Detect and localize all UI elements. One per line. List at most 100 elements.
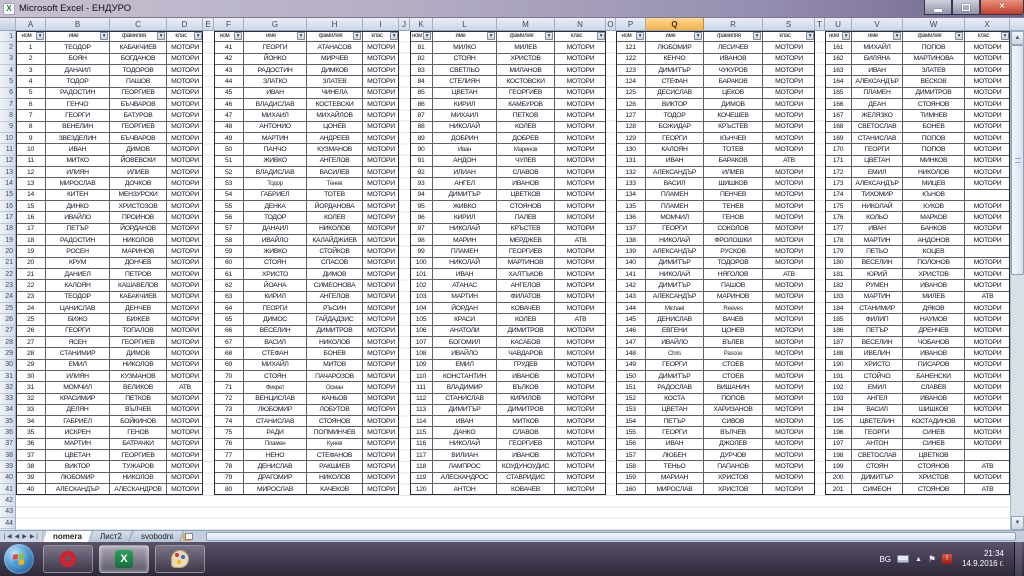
cell[interactable]: НИКОЛАЙ [852, 200, 903, 213]
cell[interactable]: МОТОРИ [167, 269, 203, 281]
cell[interactable]: МОТОРИ [363, 88, 399, 99]
cell[interactable]: 137 [616, 223, 646, 235]
cell[interactable]: МОТОРИ [763, 416, 815, 428]
row-header-6[interactable]: 6 [0, 88, 15, 99]
cell[interactable]: ЦВЕТАН [646, 404, 704, 417]
cell[interactable]: КОЧЕШЕВ [704, 110, 763, 122]
sheet-tab-svobodni[interactable]: svobodni [131, 531, 185, 542]
cell[interactable]: 139 [616, 246, 646, 258]
cell[interactable]: 106 [410, 325, 433, 337]
cell[interactable]: 53 [214, 178, 244, 190]
cell[interactable]: МОТОРИ [363, 416, 399, 428]
cell[interactable]: 1 [16, 42, 46, 54]
cell[interactable]: МИТКОВ [497, 416, 555, 428]
cell[interactable]: 160 [616, 484, 646, 496]
cell[interactable]: ИСКРЕН [46, 427, 110, 439]
cell[interactable]: ЧИНЕЛА [307, 87, 363, 99]
cell[interactable]: ГЕОРГИ [852, 427, 903, 439]
cell[interactable]: 36 [16, 438, 46, 451]
cell[interactable]: 103 [410, 291, 433, 303]
cell[interactable]: МОТОРИ [965, 360, 1010, 371]
column-header-B[interactable]: B [46, 18, 110, 30]
cell[interactable]: 147 [616, 336, 646, 349]
cell[interactable]: 14 [16, 189, 46, 201]
cell[interactable]: КОУДУНОУДИС [497, 461, 555, 473]
column-header-S[interactable]: S [763, 18, 815, 30]
cell[interactable]: ВЛАДИСЛАВ [244, 98, 307, 111]
cell[interactable]: 43 [214, 64, 244, 77]
cell[interactable]: ЙОВЕВСКИ [110, 155, 167, 167]
cell[interactable]: МОТОРИ [363, 348, 399, 360]
cell[interactable]: АЛЕКСАНДЪР [852, 178, 903, 190]
cell[interactable]: КОСТАДИНОВ [903, 416, 965, 428]
action-center-flag-icon[interactable]: ⚑ [928, 554, 936, 565]
cell[interactable]: МОТОРИ [167, 88, 203, 99]
cell[interactable]: МОТОРИ [167, 178, 203, 190]
cell[interactable]: ЦВЕТАН [433, 87, 497, 99]
cell[interactable]: 93 [410, 178, 433, 190]
cell[interactable]: МОТОРИ [363, 314, 399, 326]
cell[interactable]: МОТОРИ [555, 88, 606, 99]
autofilter-dropdown[interactable]: ▼ [194, 32, 202, 41]
cell[interactable]: Тодор [244, 178, 307, 190]
cell[interactable]: ГЕОРГИ [852, 144, 903, 156]
cell[interactable]: ВЛАДИМИР [433, 382, 497, 394]
select-all-corner[interactable] [0, 18, 16, 30]
cell[interactable]: ВЪЛЕВ [704, 336, 763, 349]
cell[interactable]: ПАШОВ [110, 76, 167, 88]
cell[interactable]: МОТОРИ [167, 427, 203, 439]
cell[interactable]: БОГОМИЛ [433, 336, 497, 349]
cell[interactable]: КОЦЕВ [903, 246, 965, 258]
cell[interactable]: 15 [16, 200, 46, 213]
cell[interactable]: 7 [16, 110, 46, 122]
cell[interactable]: ПЛАМЕН [433, 246, 497, 258]
cell[interactable]: 71 [214, 382, 244, 394]
cell[interactable]: 19 [16, 246, 46, 258]
cell[interactable]: ДИМИТЪР [433, 189, 497, 201]
cell[interactable]: ПЛАМЕН [852, 87, 903, 99]
cell[interactable]: МОТОРИ [555, 326, 606, 337]
cell[interactable]: ЛЕСИЧЕВ [704, 42, 763, 54]
cell[interactable]: МАРИАН [646, 472, 704, 485]
cell[interactable]: 126 [616, 98, 646, 111]
cell[interactable]: 57 [214, 223, 244, 235]
cell[interactable]: 98 [410, 234, 433, 247]
cell[interactable]: ТОПАЛОВ [110, 325, 167, 337]
cell[interactable]: СВЕТОСЛАВ [852, 450, 903, 462]
cell[interactable]: АТВ [965, 292, 1010, 303]
cell[interactable]: МОТОРИ [965, 473, 1010, 485]
cell[interactable]: РАДОСЛАВ [646, 382, 704, 394]
cell[interactable]: ДУРЧОВ [704, 450, 763, 462]
row-header-11[interactable]: 11 [0, 144, 15, 156]
cell[interactable]: МОТОРИ [167, 144, 203, 156]
cell[interactable]: АТАНАС [433, 280, 497, 292]
cell[interactable]: 177 [825, 223, 852, 235]
cell[interactable]: 69 [214, 359, 244, 371]
cell[interactable]: МАРИНОВ [704, 291, 763, 303]
cell[interactable]: 60 [214, 257, 244, 269]
cell[interactable]: 158 [616, 461, 646, 473]
cell[interactable]: МОТОРИ [555, 224, 606, 235]
cell[interactable]: 128 [616, 121, 646, 133]
column-header-H[interactable]: H [307, 18, 363, 30]
cell[interactable]: МОТОРИ [167, 133, 203, 145]
cell[interactable]: СВЕТОСЛАВ [852, 121, 903, 133]
horizontal-scroll-thumb[interactable] [206, 532, 1016, 541]
previous-sheet-button[interactable]: ◀ [15, 533, 20, 540]
cell[interactable]: МОТОРИ [167, 461, 203, 473]
cell[interactable]: ГЕОРГИ [646, 427, 704, 439]
cell[interactable]: 31 [16, 382, 46, 394]
cell[interactable]: МОМЧИЛ [46, 382, 110, 394]
cell[interactable]: МОТОРИ [363, 235, 399, 247]
cell[interactable]: МОТОРИ [167, 212, 203, 224]
cell[interactable]: 190 [825, 359, 852, 371]
cell[interactable]: 62 [214, 280, 244, 292]
autofilter-dropdown[interactable]: ▼ [694, 32, 702, 41]
cell[interactable]: ПИСАРОВ [903, 359, 965, 371]
cell[interactable]: 121 [616, 42, 646, 54]
cell[interactable]: ФИЛАТОВ [497, 291, 555, 303]
autofilter-dropdown[interactable]: ▼ [955, 32, 963, 41]
cell[interactable]: 125 [616, 87, 646, 99]
cell[interactable]: МОТОРИ [167, 405, 203, 417]
cell[interactable]: ЙОНКО [244, 53, 307, 65]
